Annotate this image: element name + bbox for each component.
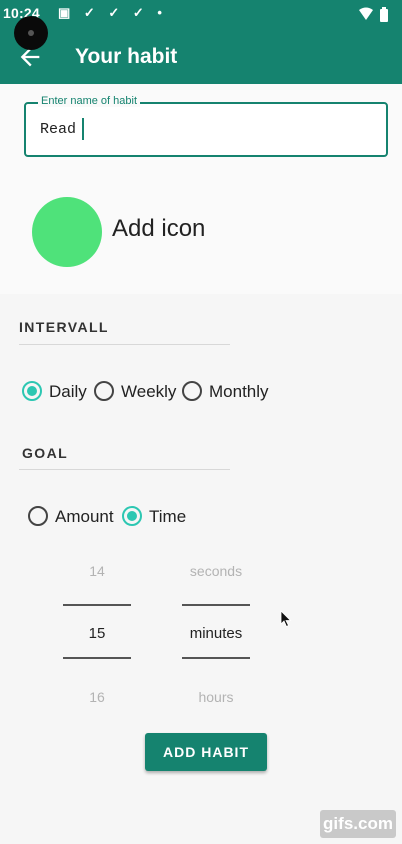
radio-daily[interactable] [22,381,42,401]
goal-divider [19,469,230,470]
unit-picker-selected[interactable]: minutes [176,625,256,642]
unit-picker-top-line [182,604,250,606]
status-notification-icons: ▣ ✓ ✓ ✓ • [58,5,167,20]
add-habit-button[interactable]: ADD HABIT [145,733,267,771]
wifi-battery-icon [359,7,388,22]
habit-icon-circle[interactable] [32,197,102,267]
number-picker-bottom-line [63,657,131,659]
page-title: Your habit [75,45,178,68]
radio-monthly-label[interactable]: Monthly [209,382,269,402]
goal-section-title: GOAL [22,445,69,461]
radio-amount[interactable] [28,506,48,526]
habit-name-input[interactable] [40,118,84,140]
radio-weekly-label[interactable]: Weekly [121,382,176,402]
number-picker-prev[interactable]: 14 [57,563,137,579]
number-picker-selected[interactable]: 15 [57,625,137,642]
mouse-cursor-icon [280,610,292,628]
status-right-icons [358,7,394,28]
radio-weekly[interactable] [94,381,114,401]
add-icon-label[interactable]: Add icon [112,215,205,243]
app-bar: Your habit [0,30,402,84]
interval-section-title: INTERVALL [19,319,109,335]
gifs-watermark-logo: gifs.com [320,810,396,838]
radio-monthly[interactable] [182,381,202,401]
number-picker-top-line [63,604,131,606]
radio-time[interactable] [122,506,142,526]
camera-cutout [14,16,48,50]
radio-daily-label[interactable]: Daily [49,382,87,402]
habit-name-label: Enter name of habit [38,95,141,107]
radio-time-label[interactable]: Time [149,507,186,527]
interval-divider [19,344,230,345]
unit-picker-next[interactable]: hours [176,689,256,705]
unit-picker-prev[interactable]: seconds [176,563,256,579]
status-bar: 10:24 ▣ ✓ ✓ ✓ • [0,0,402,30]
radio-amount-label[interactable]: Amount [55,507,114,527]
number-picker-next[interactable]: 16 [57,689,137,705]
unit-picker-bottom-line [182,657,250,659]
